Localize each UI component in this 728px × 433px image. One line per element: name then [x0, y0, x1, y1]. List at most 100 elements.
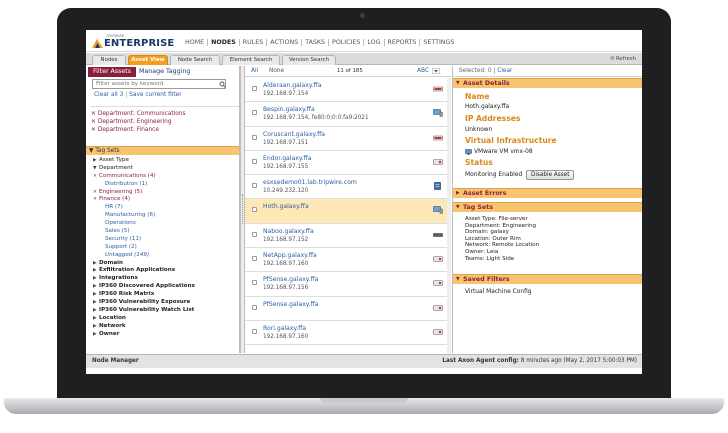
nav-reports[interactable]: REPORTS [385, 39, 421, 46]
tree-item[interactable]: ✕ Communications (4) [93, 173, 233, 181]
tree-item[interactable]: HR (7) [93, 204, 233, 212]
asset-name-link[interactable]: esxsedemo01.lab.tripwire.com [263, 179, 357, 186]
tag-item: Network: Remote Location [465, 242, 540, 249]
tag-sets-header[interactable]: ▼ Tag Sets [86, 146, 239, 155]
clear-all-link[interactable]: Clear all 3 [94, 92, 123, 98]
row-checkbox[interactable] [252, 158, 257, 164]
search-icon[interactable] [219, 81, 226, 88]
tab-manage-tagging[interactable]: Manage Tagging [139, 67, 190, 77]
tree-item[interactable]: Operations [93, 220, 233, 228]
asset-row[interactable]: Endor.galaxy.ffa 192.168.97.155 [245, 150, 447, 176]
select-all-link[interactable]: All [251, 66, 258, 76]
nav-tasks[interactable]: TASKS [302, 39, 330, 46]
tree-item[interactable]: Security (11) [93, 236, 233, 244]
row-checkbox[interactable] [252, 304, 257, 310]
asset-name-link[interactable]: Coruscant.galaxy.ffa [263, 131, 325, 138]
tab-element-search[interactable]: Element Search [222, 55, 280, 65]
tripwire-logo[interactable]: TRIPWIRE ENTERPRISE [92, 34, 178, 50]
tab-version-search[interactable]: Version Search [282, 55, 336, 65]
tab-filter-assets[interactable]: Filter Assets [88, 67, 136, 77]
asset-row[interactable]: Coruscant.galaxy.ffa 192.168.97.151 [245, 126, 447, 151]
remove-icon[interactable]: ✕ [91, 111, 98, 117]
remove-icon[interactable]: ✕ [91, 127, 98, 133]
criterion-item[interactable]: ✕ Department: Finance [91, 126, 239, 134]
asset-row[interactable]: Bespin.galaxy.ffa 192.168.97.154, fe80:0:… [245, 102, 447, 127]
asset-row[interactable]: Hoth.galaxy.ffa [245, 199, 447, 224]
row-checkbox[interactable] [252, 183, 257, 189]
tree-item[interactable]: Sales (5) [93, 228, 233, 236]
tree-item[interactable]: ▶ Domain [93, 260, 233, 268]
asset-row[interactable]: Rori.galaxy.ffa 192.168.97.160 [245, 320, 447, 346]
tree-item[interactable]: Untagged (149) [93, 252, 233, 260]
tree-item[interactable]: ▶ Owner [93, 331, 233, 339]
tree-item[interactable]: Support (2) [93, 244, 233, 252]
criterion-item[interactable]: ✕ Department: Engineering [91, 118, 239, 126]
section-asset-errors[interactable]: ▶ Asset Errors [453, 188, 642, 198]
row-checkbox[interactable] [252, 134, 257, 140]
remove-icon[interactable]: ✕ [91, 119, 98, 125]
tag-item: Asset Type: File-server [465, 216, 528, 222]
nav-actions[interactable]: ACTIONS [267, 39, 303, 46]
row-checkbox[interactable] [252, 110, 257, 116]
tab-node-search[interactable]: Node Search [170, 55, 220, 65]
asset-row[interactable]: PfSense.galaxy.ffa 192.168.97.156 [245, 272, 447, 297]
splitter-grip[interactable] [242, 194, 243, 224]
tree-item[interactable]: ▼ Department [93, 165, 233, 173]
row-checkbox[interactable] [252, 328, 257, 334]
section-asset-details[interactable]: ▼ Asset Details [453, 78, 642, 88]
saved-filter-item[interactable]: Virtual Machine Config [465, 289, 532, 295]
nav-rules[interactable]: RULES [240, 39, 268, 46]
tree-item[interactable]: ▶ Network [93, 323, 233, 331]
clear-selection-link[interactable]: Clear [497, 68, 512, 74]
tree-item[interactable]: Distribution (1) [93, 181, 233, 189]
tree-item[interactable]: Manufacturing (6) [93, 212, 233, 220]
nav-log[interactable]: LOG [364, 39, 385, 46]
tree-item[interactable]: ▶ IP360 Vulnerability Watch List [93, 307, 233, 315]
nav-home[interactable]: HOME [182, 39, 209, 46]
asset-row[interactable]: Naboo.galaxy.ffa 192.168.97.152 [245, 223, 447, 249]
asset-row[interactable]: esxsedemo01.lab.tripwire.com 10.249.232.1… [245, 175, 447, 200]
tree-item[interactable]: ▶ Exfiltration Applications [93, 267, 233, 275]
tree-item[interactable]: ▶ IP360 Vulnerability Exposure [93, 299, 233, 307]
criterion-item[interactable]: ✕ Department: Communications [91, 110, 239, 118]
row-checkbox[interactable] [252, 280, 257, 286]
nav-settings[interactable]: SETTINGS [420, 39, 457, 46]
asset-name-link[interactable]: Alderaan.galaxy.ffa [263, 82, 322, 89]
asset-row[interactable]: Alderaan.galaxy.ffa 192.168.97.154 [245, 78, 447, 103]
asset-name-link[interactable]: Naboo.galaxy.ffa [263, 228, 314, 235]
asset-name-link[interactable]: PfSense.galaxy.ffa [263, 301, 318, 308]
tree-item[interactable]: ▶ Integrations [93, 275, 233, 283]
row-checkbox[interactable] [252, 207, 257, 213]
row-checkbox[interactable] [252, 256, 257, 262]
tree-item[interactable]: ▶ IP360 Discovered Applications [93, 283, 233, 291]
section-saved-filters[interactable]: ▼ Saved Filters [453, 274, 642, 284]
asset-name-link[interactable]: Bespin.galaxy.ffa [263, 106, 315, 113]
asset-name-link[interactable]: Rori.galaxy.ffa [263, 325, 306, 332]
sort-icon[interactable] [432, 68, 440, 74]
refresh-button[interactable]: ⟲ Refresh [610, 56, 636, 62]
asset-row[interactable]: NetApp.galaxy.ffa 192.168.97.160 [245, 248, 447, 273]
sort-link[interactable]: ABC [417, 66, 429, 76]
asset-name-link[interactable]: PfSense.galaxy.ffa [263, 276, 318, 283]
nav-nodes[interactable]: NODES [208, 39, 240, 46]
disable-asset-button[interactable]: Disable Asset [526, 170, 575, 180]
tree-item[interactable]: ▶ Location [93, 315, 233, 323]
tab-asset-view[interactable]: Asset View [128, 55, 168, 65]
asset-name-link[interactable]: Endor.galaxy.ffa [263, 155, 311, 162]
asset-row[interactable]: PfSense.galaxy.ffa [245, 296, 447, 321]
section-tag-sets[interactable]: ▼ Tag Sets [453, 202, 642, 212]
row-checkbox[interactable] [252, 86, 257, 91]
tab-nodes[interactable]: Nodes [92, 55, 126, 65]
asset-search-input[interactable] [92, 79, 226, 89]
asset-name-link[interactable]: NetApp.galaxy.ffa [263, 252, 317, 259]
tree-item[interactable]: ✕ Engineering (5) [93, 189, 233, 197]
asset-name-link[interactable]: Hoth.galaxy.ffa [263, 203, 309, 210]
tree-item[interactable]: ✕ Finance (4) [93, 196, 233, 204]
nav-policies[interactable]: POLICIES [329, 39, 365, 46]
row-checkbox[interactable] [252, 231, 257, 237]
list-scrollbar[interactable] [447, 78, 451, 353]
save-filter-link[interactable]: Save current filter [129, 92, 181, 98]
select-none-link[interactable]: None [269, 66, 284, 76]
tree-item[interactable]: ▶ Asset Type [93, 157, 233, 165]
tree-item[interactable]: ▶ IP360 Risk Matrix [93, 291, 233, 299]
